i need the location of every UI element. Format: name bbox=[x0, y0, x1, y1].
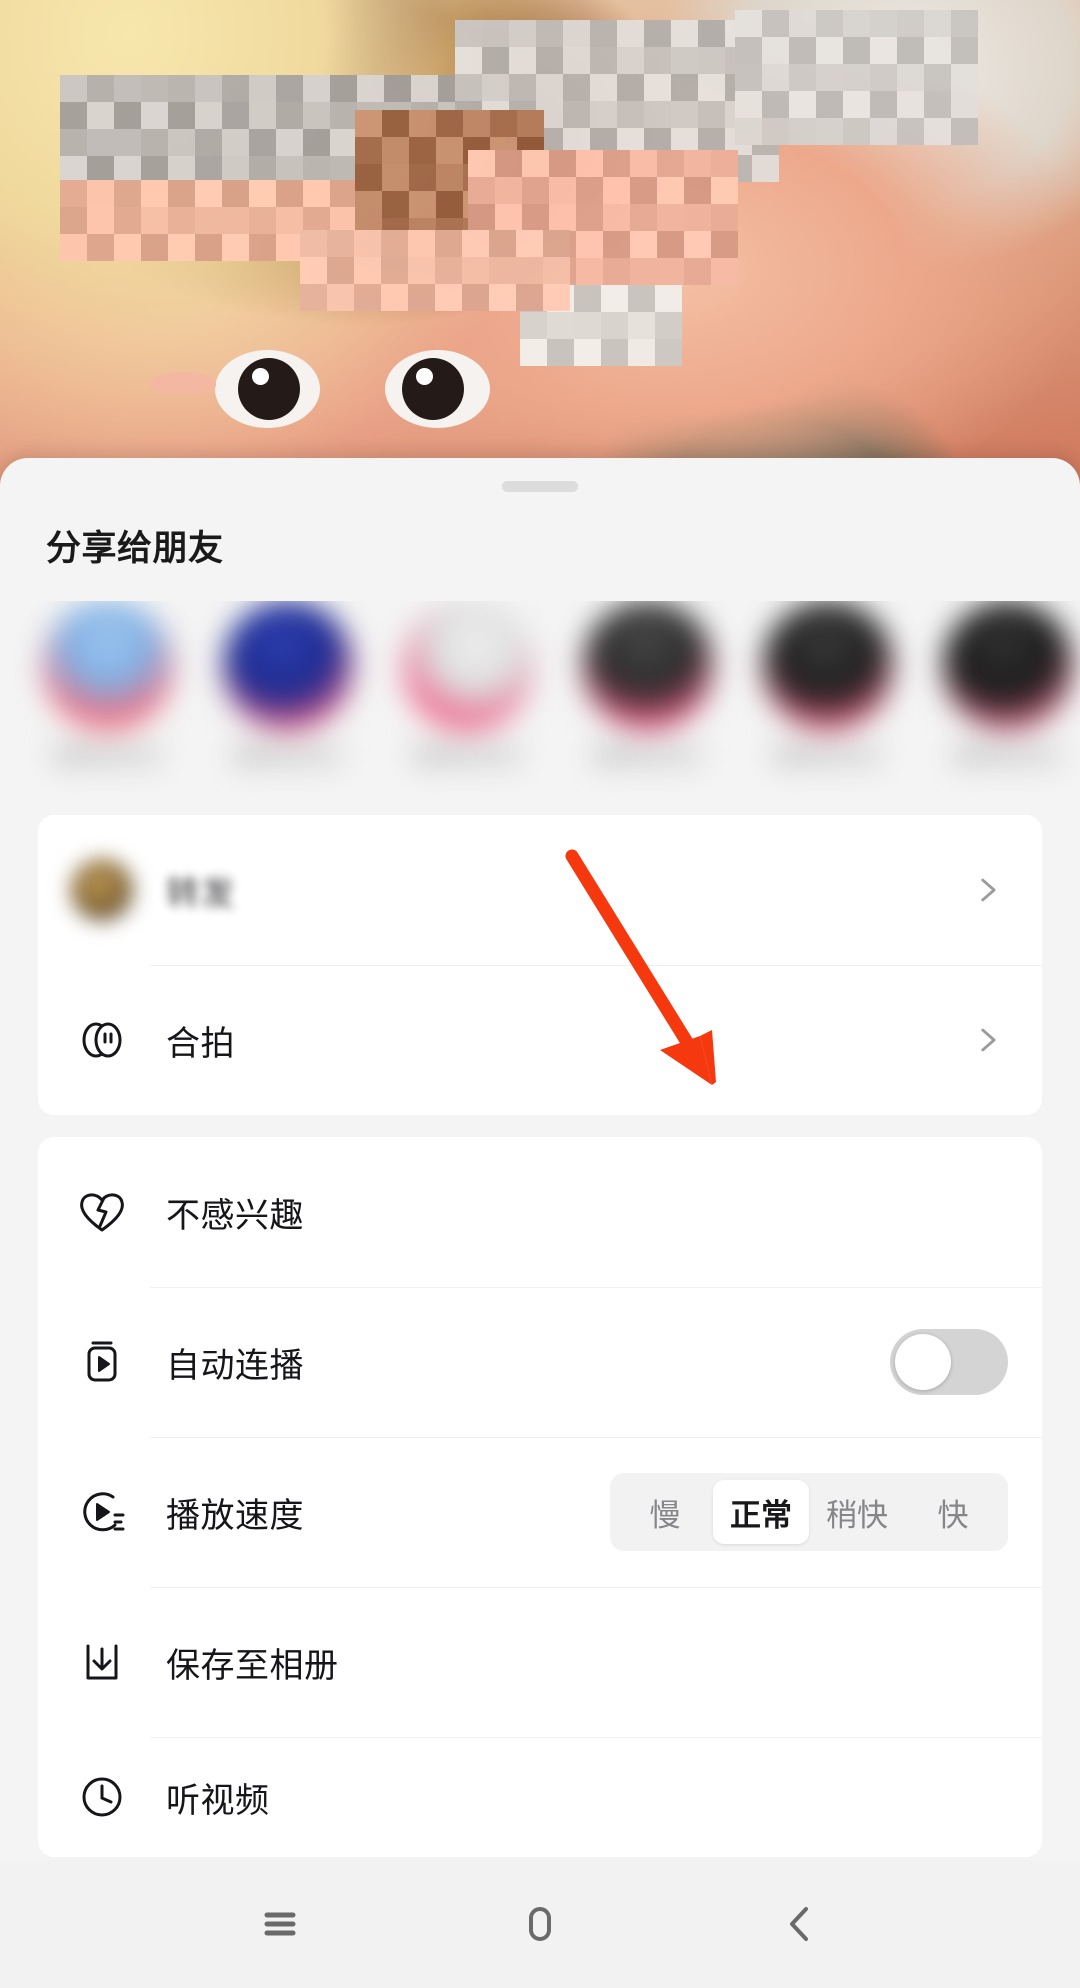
row-repost-label: 转发 bbox=[166, 874, 235, 913]
speed-option-fast[interactable]: 快 bbox=[905, 1480, 1001, 1544]
clock-icon bbox=[72, 1767, 132, 1827]
friend-avatar-item[interactable] bbox=[198, 601, 378, 801]
android-navigation-bar bbox=[0, 1860, 1080, 1988]
action-card-primary: 转发 合拍 bbox=[38, 815, 1042, 1115]
row-autoplay-label: 自动连播 bbox=[166, 1346, 304, 1385]
row-not-interested[interactable]: 不感兴趣 bbox=[38, 1137, 1042, 1287]
friend-avatar-item[interactable] bbox=[558, 601, 738, 801]
avatar bbox=[583, 601, 713, 731]
speed-icon bbox=[72, 1482, 132, 1542]
friend-avatar-item[interactable] bbox=[738, 601, 918, 801]
speed-option-slow[interactable]: 慢 bbox=[617, 1480, 713, 1544]
chevron-right-icon bbox=[981, 1028, 996, 1052]
action-card-settings: 不感兴趣 自动连播 播放速度 慢 正常 稍快 快 保存至相册 听视频 bbox=[38, 1137, 1042, 1857]
playback-speed-segmented[interactable]: 慢 正常 稍快 快 bbox=[610, 1473, 1008, 1551]
row-playback-speed-label: 播放速度 bbox=[166, 1496, 304, 1535]
back-icon[interactable] bbox=[760, 1884, 840, 1964]
row-listen-video[interactable]: 听视频 bbox=[38, 1737, 1042, 1857]
friend-avatar-item[interactable] bbox=[378, 601, 558, 801]
row-duet-label: 合拍 bbox=[166, 1024, 235, 1063]
sheet-title: 分享给朋友 bbox=[46, 529, 224, 568]
row-autoplay[interactable]: 自动连播 bbox=[38, 1287, 1042, 1437]
avatar bbox=[403, 601, 533, 731]
autoplay-toggle[interactable] bbox=[890, 1329, 1008, 1395]
download-icon bbox=[72, 1632, 132, 1692]
speed-option-normal[interactable]: 正常 bbox=[713, 1480, 809, 1544]
recents-icon[interactable] bbox=[240, 1884, 320, 1964]
friend-name bbox=[594, 745, 702, 765]
avatar bbox=[223, 601, 353, 731]
friend-name bbox=[234, 745, 342, 765]
toggle-knob bbox=[895, 1334, 951, 1390]
chevron-right-icon bbox=[981, 878, 996, 902]
avatar bbox=[943, 601, 1073, 731]
friend-name bbox=[54, 745, 162, 765]
mosaic-censor-overlay bbox=[0, 0, 1080, 420]
row-save-to-album[interactable]: 保存至相册 bbox=[38, 1587, 1042, 1737]
friend-name bbox=[774, 745, 882, 765]
home-icon[interactable] bbox=[500, 1884, 580, 1964]
row-save-to-album-label: 保存至相册 bbox=[166, 1646, 339, 1685]
sheet-drag-handle[interactable] bbox=[502, 481, 578, 492]
friend-name bbox=[954, 745, 1062, 765]
avatar-icon bbox=[71, 859, 133, 921]
row-playback-speed[interactable]: 播放速度 慢 正常 稍快 快 bbox=[38, 1437, 1042, 1587]
phone-screen: 分享给朋友 转发 合拍 不感兴趣 自动连播 播放速度 慢 正常 稍快 快 保存至… bbox=[0, 0, 1080, 1988]
friend-name bbox=[414, 745, 522, 765]
broken-heart-icon bbox=[72, 1182, 132, 1242]
friend-avatar-item[interactable] bbox=[918, 601, 1080, 801]
row-not-interested-label: 不感兴趣 bbox=[166, 1196, 304, 1235]
row-listen-video-label: 听视频 bbox=[166, 1781, 270, 1820]
speed-option-faster[interactable]: 稍快 bbox=[809, 1480, 905, 1544]
share-bottom-sheet: 分享给朋友 转发 合拍 不感兴趣 自动连播 播放速度 慢 正常 稍快 快 保存至… bbox=[0, 458, 1080, 1988]
row-duet[interactable]: 合拍 bbox=[38, 965, 1042, 1115]
duet-icon bbox=[72, 1010, 132, 1070]
avatar bbox=[43, 601, 173, 731]
friend-share-list[interactable] bbox=[0, 601, 1080, 801]
friend-avatar-item[interactable] bbox=[18, 601, 198, 801]
avatar bbox=[763, 601, 893, 731]
autoplay-icon bbox=[72, 1332, 132, 1392]
row-repost[interactable]: 转发 bbox=[38, 815, 1042, 965]
